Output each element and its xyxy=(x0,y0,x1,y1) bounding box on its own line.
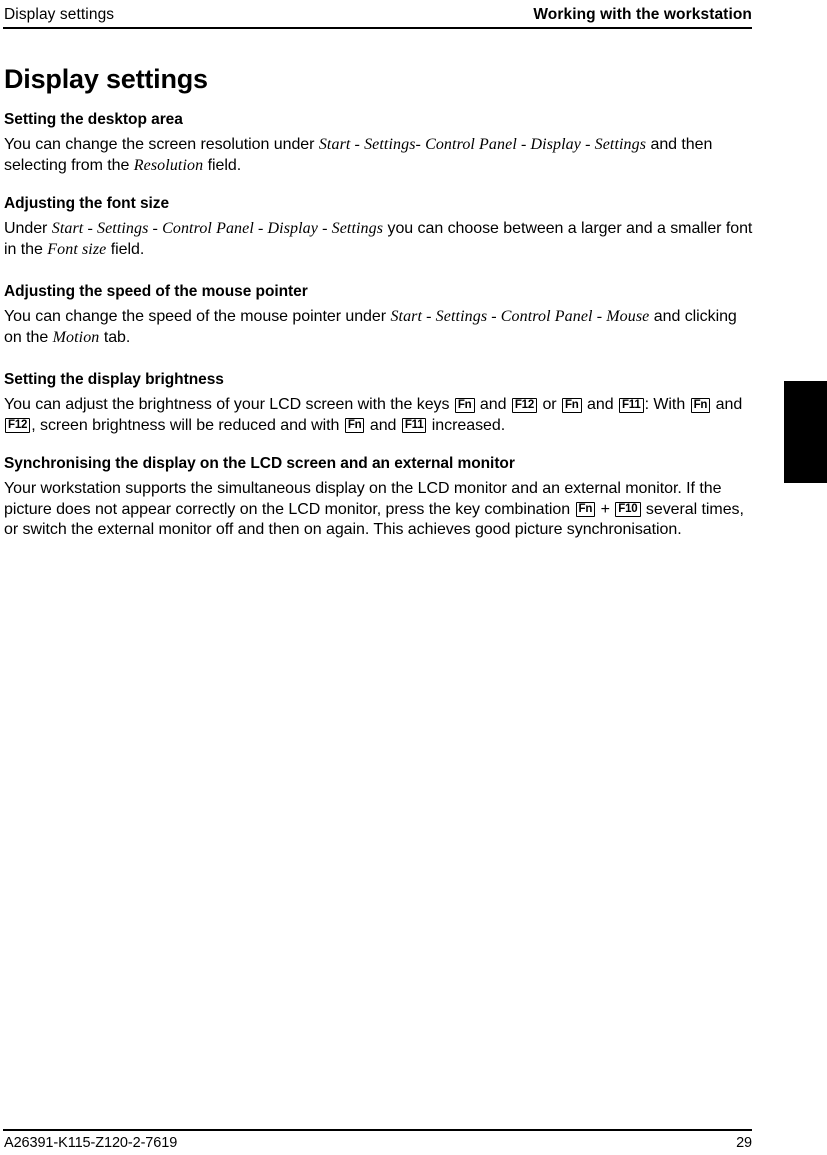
document-page: Display settings Working with the workst… xyxy=(0,0,827,1155)
section-paragraph-desktop-area: You can change the screen resolution und… xyxy=(4,135,754,176)
keycap-fn: Fn xyxy=(454,397,475,413)
header-chapter-right: Working with the workstation xyxy=(533,6,752,23)
text-run: field. xyxy=(203,156,242,174)
document-id: A26391-K115-Z120-2-7619 xyxy=(4,1135,178,1151)
keycap-fn: Fn xyxy=(690,397,711,413)
section-paragraph-display-brightness: You can adjust the brightness of your LC… xyxy=(4,395,754,436)
text-run: field. xyxy=(106,240,145,258)
running-header: Display settings Working with the workst… xyxy=(4,5,752,24)
keycap-f11: F11 xyxy=(618,397,644,413)
footer-divider-rule xyxy=(3,1129,752,1131)
keycap-fn: Fn xyxy=(344,418,365,433)
text-run: increased. xyxy=(427,416,506,434)
keycap-fn: Fn xyxy=(575,502,596,517)
section-paragraph-font-size: Under Start - Settings - Control Panel -… xyxy=(4,219,754,260)
keycap-fn: Fn xyxy=(561,397,582,413)
text-run: You can change the speed of the mouse po… xyxy=(4,308,391,325)
keycap-f11: F11 xyxy=(401,418,427,433)
page-title: Display settings xyxy=(4,64,208,94)
running-footer: A26391-K115-Z120-2-7619 29 xyxy=(4,1134,752,1152)
keycap-f10: F10 xyxy=(615,502,641,517)
text-run: tab. xyxy=(99,328,131,346)
ui-path-reference: Start - Settings - Control Panel - Displ… xyxy=(51,220,384,237)
text-run: and xyxy=(475,396,511,413)
text-run: + xyxy=(596,500,615,518)
text-run: Under xyxy=(4,220,52,237)
keycap-f12: F12 xyxy=(5,418,31,433)
header-divider-rule xyxy=(3,27,752,29)
section-heading-font-size: Adjusting the font size xyxy=(4,195,170,212)
text-run: : With xyxy=(644,396,690,413)
section-heading-mouse-speed: Adjusting the speed of the mouse pointer xyxy=(4,283,308,300)
page-number: 29 xyxy=(736,1135,752,1151)
text-run: You can change the screen resolution und… xyxy=(4,136,319,153)
ui-path-reference: Start - Settings - Control Panel - Mouse xyxy=(390,308,650,325)
text-run: and xyxy=(711,396,743,413)
keycap-f12: F12 xyxy=(511,397,538,413)
page-content: Display settings Setting the desktop are… xyxy=(4,62,754,541)
ui-path-reference: Start - Settings- Control Panel - Displa… xyxy=(318,136,647,153)
ui-tab-reference: Motion xyxy=(52,328,100,346)
header-chapter-left: Display settings xyxy=(4,6,115,23)
text-run: You can adjust the brightness of your LC… xyxy=(4,396,454,413)
text-run: or xyxy=(538,396,561,413)
ui-field-reference: Font size xyxy=(47,240,107,258)
section-paragraph-synchronising-display: Your workstation supports the simultaneo… xyxy=(4,479,754,541)
text-run: , screen brightness will be reduced and … xyxy=(31,416,344,434)
text-run: and xyxy=(365,416,401,434)
text-run: and xyxy=(582,396,618,413)
section-heading-synchronising-display: Synchronising the display on the LCD scr… xyxy=(4,455,515,472)
section-heading-desktop-area: Setting the desktop area xyxy=(4,111,183,128)
section-paragraph-mouse-speed: You can change the speed of the mouse po… xyxy=(4,307,754,348)
section-heading-display-brightness: Setting the display brightness xyxy=(4,371,224,388)
change-bar-marker xyxy=(784,381,827,483)
ui-field-reference: Resolution xyxy=(133,156,204,174)
